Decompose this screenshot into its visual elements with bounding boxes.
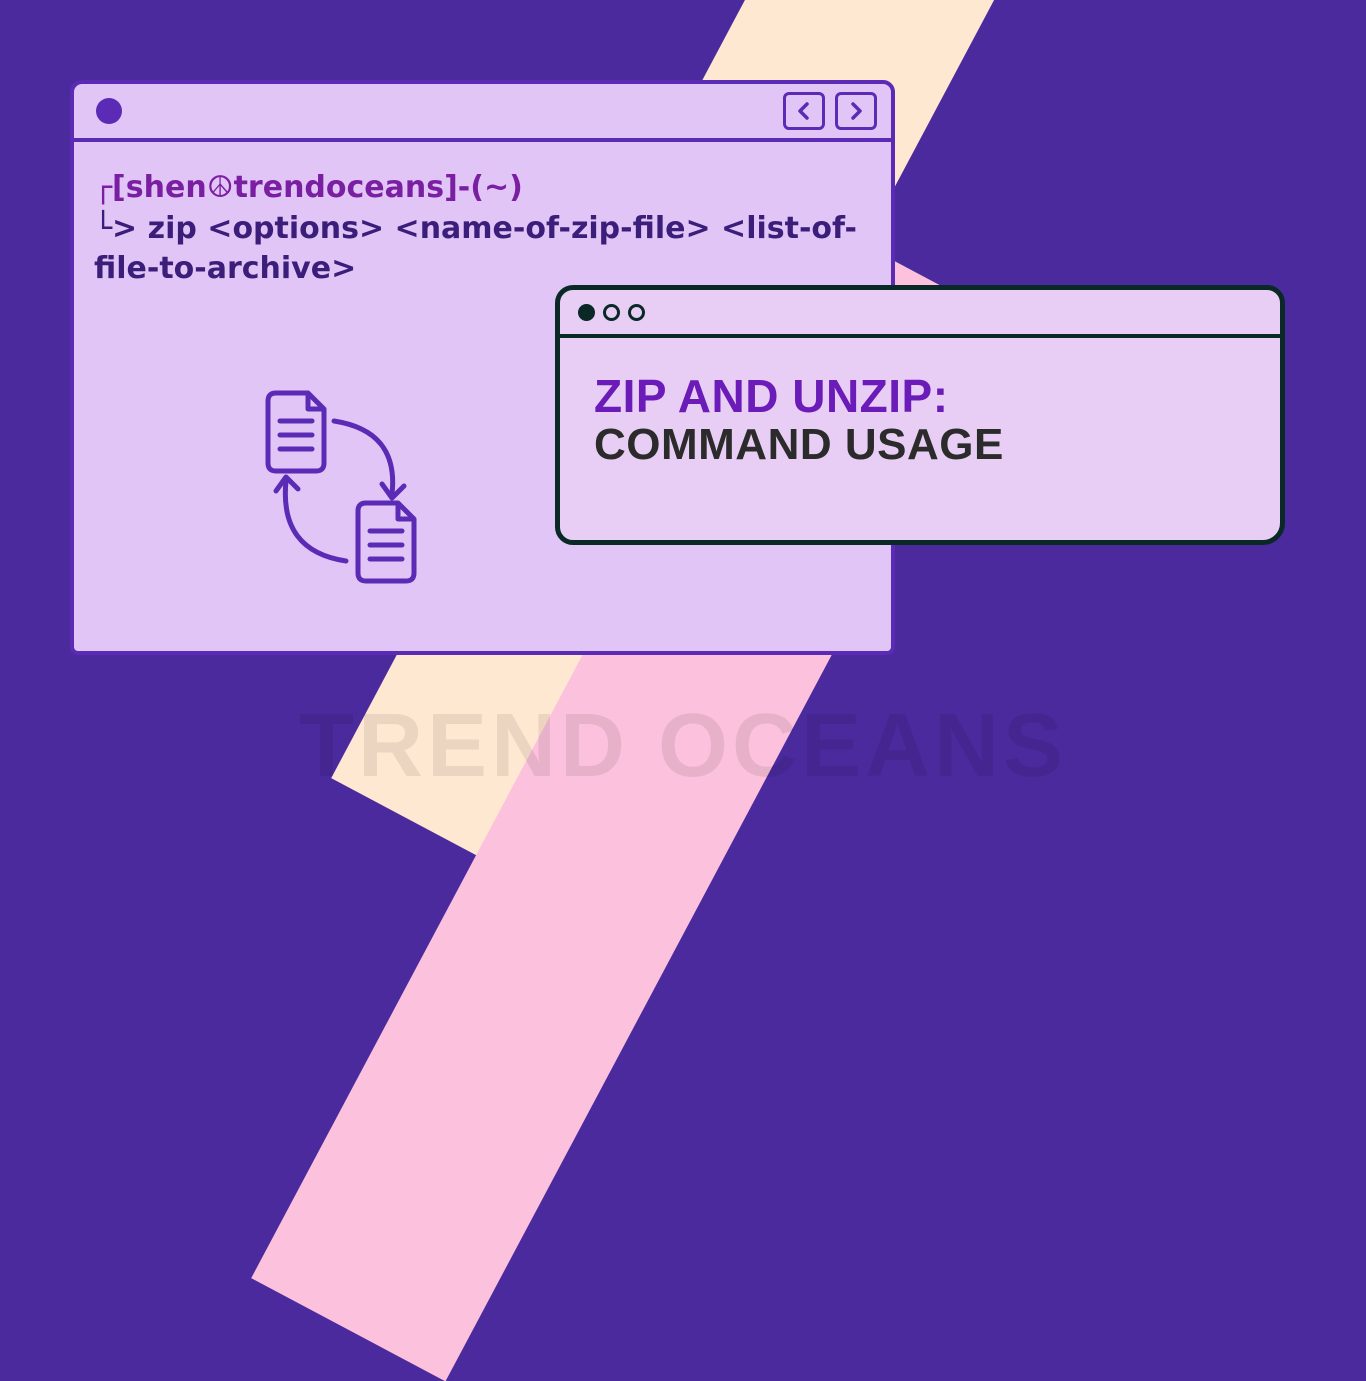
chevron-right-icon: [848, 101, 864, 121]
watermark-text: TREND OCEANS: [299, 695, 1067, 798]
card-control-dot-2: [603, 304, 620, 321]
file-sync-icon: [224, 386, 454, 611]
info-card: ZIP AND UNZIP: COMMAND USAGE: [555, 285, 1285, 545]
prompt-command: └> zip <options> <name-of-zip-file> <lis…: [94, 211, 857, 287]
terminal-prompt-line2: └> zip <options> <name-of-zip-file> <lis…: [94, 209, 871, 290]
card-heading-line1: ZIP AND UNZIP:: [594, 372, 1246, 420]
terminal-prompt-line1: ┌[shen☮trendoceans]-(~): [94, 168, 871, 209]
prompt-user-host: ┌[shen☮trendoceans]-(~): [94, 170, 523, 205]
terminal-titlebar: [74, 84, 891, 142]
info-card-titlebar: [560, 290, 1280, 338]
card-control-dot-3: [628, 304, 645, 321]
info-card-body: ZIP AND UNZIP: COMMAND USAGE: [560, 338, 1280, 505]
card-heading-line2: COMMAND USAGE: [594, 420, 1246, 471]
nav-forward-button[interactable]: [835, 92, 877, 130]
card-control-dot-1: [578, 304, 595, 321]
window-control-dot: [96, 98, 122, 124]
chevron-left-icon: [796, 101, 812, 121]
nav-button-group: [783, 92, 877, 130]
nav-back-button[interactable]: [783, 92, 825, 130]
